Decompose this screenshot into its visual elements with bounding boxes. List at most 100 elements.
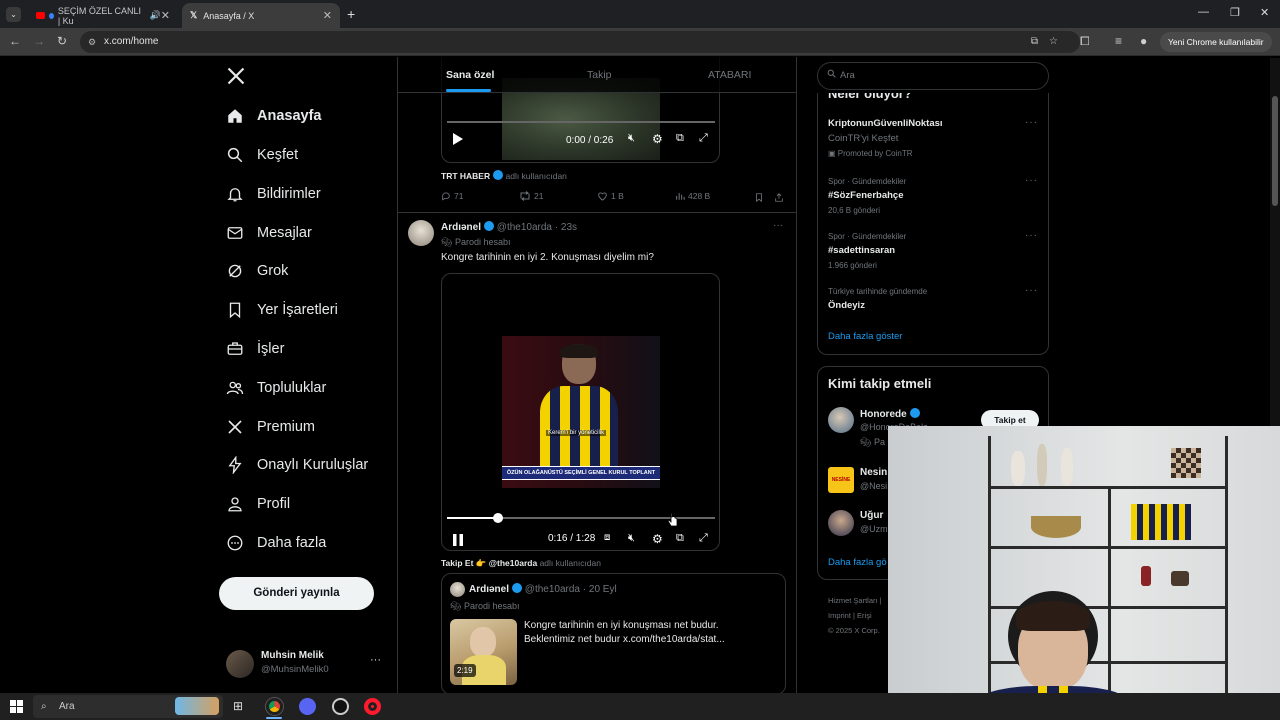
task-view-icon[interactable]: ⊞ xyxy=(233,699,243,713)
chrome-update-button[interactable]: Yeni Chrome kullanılabilir xyxy=(1160,32,1272,52)
footer-link[interactable]: Hizmet Şartları xyxy=(828,596,878,605)
settings-gear-icon[interactable]: ⚙ xyxy=(652,132,663,146)
show-more-link[interactable]: Daha fazla göster xyxy=(828,331,902,342)
nav-item-grok[interactable]: Grok xyxy=(226,256,288,286)
volume-muted-icon[interactable]: 🔇︎ xyxy=(628,132,635,145)
forward-icon[interactable]: → xyxy=(33,34,45,48)
nav-label: Onaylı Kuruluşlar xyxy=(257,457,369,473)
nav-item-more[interactable]: Daha fazla xyxy=(226,528,326,558)
suggestion-name[interactable]: Honorede xyxy=(860,408,920,420)
tab-following[interactable]: Takip xyxy=(587,69,612,81)
repost-count[interactable]: 21 xyxy=(519,191,543,201)
nav-item-explore[interactable]: Keşfet xyxy=(226,140,298,170)
suggestion-name[interactable]: Nesin xyxy=(860,467,887,478)
nav-item-communities[interactable]: Topluluklar xyxy=(226,373,326,403)
parody-label: 🎭︎ Parodi hesabı xyxy=(450,601,520,612)
footer-link[interactable]: Erişi xyxy=(857,611,872,620)
nav-item-bookmarks[interactable]: Yer İşaretleri xyxy=(226,295,338,325)
volume-muted-icon[interactable]: 🔇︎ xyxy=(628,532,635,545)
close-icon[interactable]: ✕ xyxy=(323,9,332,22)
avatar[interactable] xyxy=(408,220,434,246)
restore-button[interactable]: ❐ xyxy=(1230,6,1240,19)
window-close-button[interactable]: ✕ xyxy=(1260,6,1269,19)
obs-icon[interactable] xyxy=(332,698,349,715)
reply-count[interactable]: 71 xyxy=(441,191,463,201)
share-icon[interactable] xyxy=(774,190,784,208)
more-dots-icon[interactable]: ··· xyxy=(370,654,381,666)
nav-item-home[interactable]: Anasayfa xyxy=(226,101,321,131)
fullscreen-icon[interactable]: ⤢ xyxy=(699,532,708,545)
taskbar-search[interactable]: ⌕ Ara xyxy=(33,695,223,718)
more-dots-icon[interactable]: ··· xyxy=(1025,175,1038,186)
nav-item-verified-orgs[interactable]: Onaylı Kuruluşlar xyxy=(226,450,368,480)
pause-icon[interactable] xyxy=(452,533,464,550)
tab-seçim[interactable]: SEÇİM ÖZEL CANLI | Ku 🔊 ✕ xyxy=(28,3,178,28)
avatar[interactable] xyxy=(828,510,854,536)
more-dots-icon[interactable]: ··· xyxy=(1025,285,1038,296)
chrome-icon[interactable] xyxy=(266,698,283,715)
tab-x-home[interactable]: 𝕏 Anasayfa / X ✕ xyxy=(182,3,340,28)
trend-item[interactable]: Spor · Gündemdekiler #sadettinsaran 1.96… xyxy=(818,228,1048,276)
trend-item[interactable]: Türkiye tarihinde gündemde Öndeyiz ··· xyxy=(818,283,1048,317)
post-time[interactable]: · 23s xyxy=(555,222,577,233)
extensions-icon[interactable]: ⧠ xyxy=(1080,34,1090,49)
footer-link[interactable]: Imprint xyxy=(828,611,851,620)
source-name[interactable]: TRT HABER xyxy=(441,171,490,181)
bookmark-star-icon[interactable]: ☆ xyxy=(1049,31,1058,53)
x-logo-icon[interactable] xyxy=(226,66,246,91)
fullscreen-icon[interactable]: ⤢ xyxy=(699,132,708,145)
tab-for-you[interactable]: Sana özel xyxy=(446,69,494,81)
author-name[interactable]: Ardıənel xyxy=(441,222,481,233)
reload-icon[interactable]: ↻ xyxy=(57,34,67,48)
discord-icon[interactable] xyxy=(299,698,316,715)
site-info-icon[interactable]: ⚙ xyxy=(88,31,96,53)
close-icon[interactable]: ✕ xyxy=(161,9,170,22)
avatar[interactable] xyxy=(828,407,854,433)
play-icon[interactable] xyxy=(452,132,464,151)
trend-item-promo[interactable]: KriptonunGüvenliNoktası CoinTR'yi Keşfet… xyxy=(818,115,1048,163)
video-player[interactable]: Kerem'i bir yöneticilik ÖZÜN OLAĞANÜSTÜ … xyxy=(441,273,720,551)
media-icon[interactable]: ≡ xyxy=(1115,34,1122,48)
pip-icon[interactable]: ⧉ xyxy=(676,532,684,545)
trend-count: 1.966 gönderi xyxy=(828,261,877,270)
tab-atabari[interactable]: ATABARI xyxy=(708,69,751,81)
back-icon[interactable]: ← xyxy=(9,34,21,48)
search-input[interactable]: Ara xyxy=(817,62,1049,90)
video-progress-track[interactable] xyxy=(447,121,715,123)
captions-icon[interactable]: ⧈ xyxy=(604,532,610,543)
author-handle[interactable]: @the10arda xyxy=(497,222,552,233)
nav-item-messages[interactable]: Mesajlar xyxy=(226,218,312,248)
nav-item-jobs[interactable]: İşler xyxy=(226,334,284,364)
tab-search-button[interactable]: ⌄ xyxy=(6,7,21,22)
show-more-link[interactable]: Daha fazla gö xyxy=(828,557,887,568)
new-tab-button[interactable]: + xyxy=(347,6,355,22)
minimize-button[interactable]: — xyxy=(1198,6,1209,18)
more-dots-icon[interactable]: ··· xyxy=(1025,230,1038,241)
scrollbar-thumb[interactable] xyxy=(1272,96,1278,206)
like-count[interactable]: 1 B xyxy=(597,191,624,201)
address-bar[interactable]: ⚙ x.com/home ⧉ ☆ xyxy=(80,31,1080,53)
more-dots-icon[interactable]: ··· xyxy=(773,220,783,231)
mask-icon: 🎭︎ xyxy=(860,437,872,447)
follow-line-text[interactable]: Takip Et 👉 @the10arda xyxy=(441,558,537,568)
more-dots-icon[interactable]: ··· xyxy=(1025,117,1038,128)
video-scrubber-handle[interactable] xyxy=(493,513,503,523)
nav-item-profile[interactable]: Profil xyxy=(226,489,290,519)
view-count[interactable]: 428 B xyxy=(675,191,710,201)
quote-tweet[interactable]: Ardıənel @the10arda · 20 Eyl 🎭︎ Parodi h… xyxy=(441,573,786,693)
nav-item-premium[interactable]: Premium xyxy=(226,412,315,442)
trend-item[interactable]: Spor · Gündemdekiler #SözFenerbahçe 20,6… xyxy=(818,173,1048,221)
opera-icon[interactable] xyxy=(364,698,381,715)
bookmark-icon[interactable] xyxy=(754,190,764,208)
account-switcher[interactable]: Muhsin Melik @MuhsinMelik0 ··· xyxy=(226,648,386,680)
suggestion-name[interactable]: Uğur xyxy=(860,510,883,521)
post-button[interactable]: Gönderi yayınla xyxy=(219,577,374,610)
pip-icon[interactable]: ⧉ xyxy=(676,132,684,145)
settings-gear-icon[interactable]: ⚙ xyxy=(652,532,663,546)
nav-item-notifications[interactable]: Bildirimler xyxy=(226,179,321,209)
windows-start-icon[interactable] xyxy=(10,700,23,713)
avatar[interactable]: NESİNE xyxy=(828,467,854,493)
profile-icon[interactable]: ● xyxy=(1140,34,1147,48)
install-icon[interactable]: ⧉ xyxy=(1031,31,1038,53)
mail-icon xyxy=(226,224,244,242)
